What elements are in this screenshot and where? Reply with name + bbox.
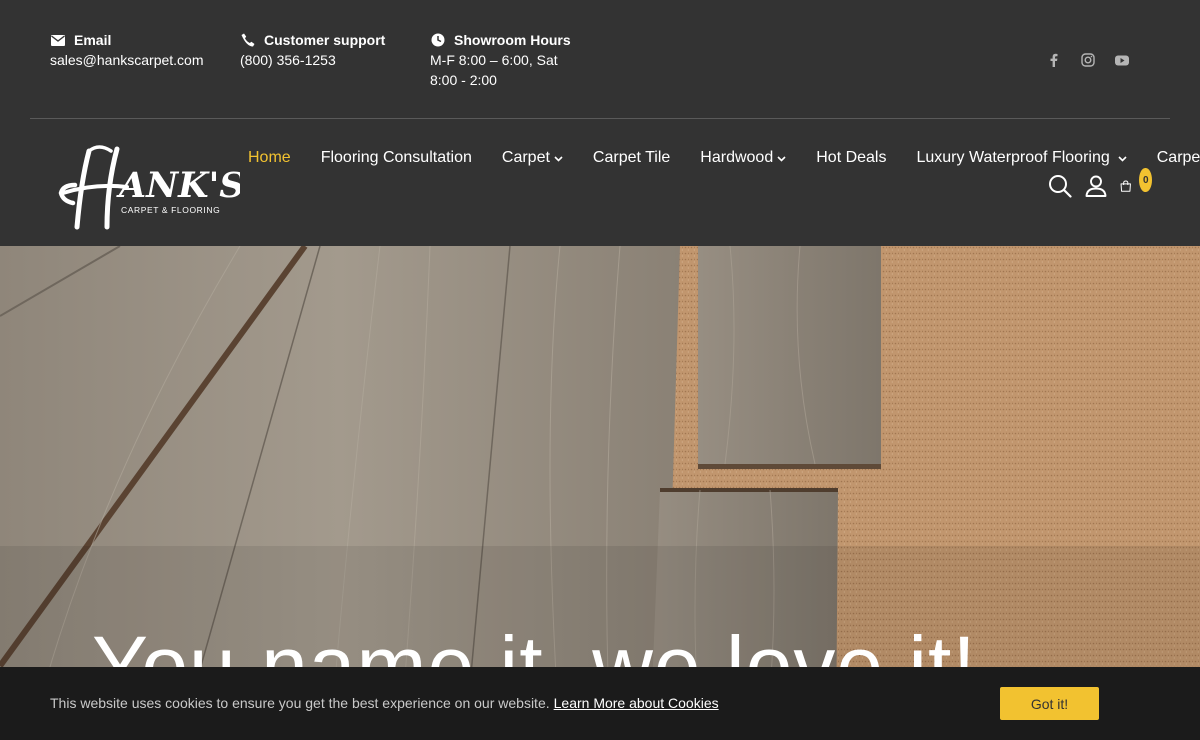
nav-flooring-consultation[interactable]: Flooring Consultation <box>321 149 472 167</box>
nav-carpet[interactable]: Carpet <box>502 149 563 167</box>
email-label: Email <box>74 32 112 48</box>
clock-icon <box>430 32 446 48</box>
nav-home[interactable]: Home <box>248 149 291 167</box>
cart-icon[interactable]: 0 <box>1120 168 1152 198</box>
header-tools: 0 <box>1048 168 1152 198</box>
search-icon[interactable] <box>1048 174 1072 198</box>
email-value[interactable]: sales@hankscarpet.com <box>50 50 204 70</box>
nav-luxury-waterproof-flooring[interactable]: Luxury Waterproof Flooring <box>916 149 1127 167</box>
contact-support: Customer support (800) 356-1253 <box>240 30 385 70</box>
envelope-icon <box>50 32 66 48</box>
nav-hot-deals-label: Hot Deals <box>816 149 887 166</box>
cookie-learn-more-link[interactable]: Learn More about Cookies <box>554 695 719 711</box>
site-header: ANK'S CARPET & FLOORING Home Flooring Co… <box>0 119 1200 246</box>
svg-text:ANK'S: ANK'S <box>116 165 240 206</box>
facebook-icon[interactable] <box>1046 52 1062 68</box>
support-label: Customer support <box>264 32 386 48</box>
nav-carpet-more[interactable]: Carpet <box>1157 149 1200 167</box>
chevron-down-icon <box>777 154 786 163</box>
nav-hardwood[interactable]: Hardwood <box>700 149 786 167</box>
nav-luxury-waterproof-flooring-label: Luxury Waterproof Flooring <box>916 149 1110 166</box>
social-links <box>1046 52 1130 68</box>
svg-text:CARPET & FLOORING: CARPET & FLOORING <box>121 205 220 215</box>
cookie-accept-button[interactable]: Got it! <box>1000 687 1099 720</box>
chevron-down-icon <box>554 154 563 163</box>
hours-label: Showroom Hours <box>454 32 571 48</box>
hours-value: M-F 8:00 – 6:00, Sat 8:00 - 2:00 <box>430 52 558 88</box>
support-phone[interactable]: (800) 356-1253 <box>240 50 385 70</box>
cookie-message-text: This website uses cookies to ensure you … <box>50 695 550 711</box>
nav-carpet-label: Carpet <box>501 149 550 166</box>
account-icon[interactable] <box>1084 174 1108 198</box>
cookie-banner: This website uses cookies to ensure you … <box>0 667 1200 740</box>
nav-hot-deals[interactable]: Hot Deals <box>816 149 886 167</box>
main-navigation: Home Flooring Consultation Carpet Carpet… <box>248 149 1200 167</box>
nav-carpet-tile[interactable]: Carpet Tile <box>593 149 670 167</box>
phone-icon <box>240 32 256 48</box>
contact-email: Email sales@hankscarpet.com <box>50 30 204 70</box>
nav-home-label: Home <box>248 149 291 166</box>
nav-carpet-tile-label: Carpet Tile <box>592 149 671 166</box>
top-contact-bar: Email sales@hankscarpet.com Customer sup… <box>0 0 1200 119</box>
nav-hardwood-label: Hardwood <box>700 149 774 166</box>
site-logo[interactable]: ANK'S CARPET & FLOORING <box>55 141 245 236</box>
cookie-message: This website uses cookies to ensure you … <box>50 695 719 711</box>
cart-count-badge: 0 <box>1139 168 1152 192</box>
chevron-down-icon <box>1118 154 1127 163</box>
hero-section: You name it, we love it! <box>0 246 1200 740</box>
nav-flooring-consultation-label: Flooring Consultation <box>320 149 472 166</box>
instagram-icon[interactable] <box>1080 52 1096 68</box>
youtube-icon[interactable] <box>1114 52 1130 68</box>
contact-hours: Showroom Hours M-F 8:00 – 6:00, Sat 8:00… <box>430 30 580 90</box>
nav-carpet-more-label: Carpet <box>1156 149 1200 166</box>
